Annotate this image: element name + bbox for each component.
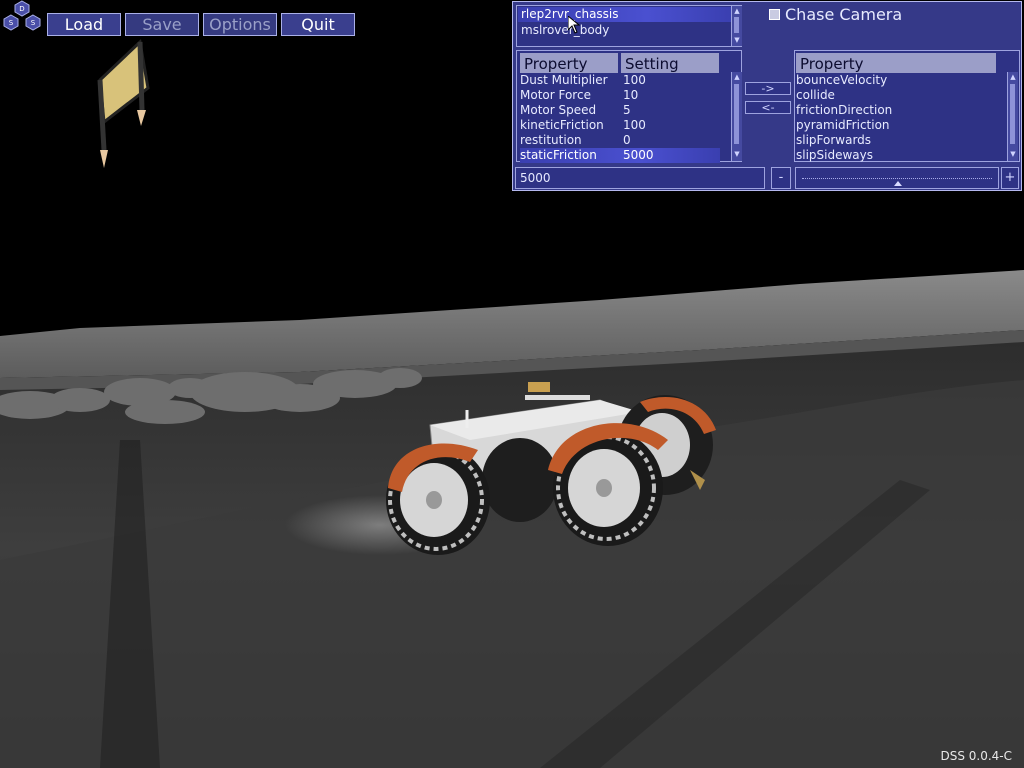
available-property-item[interactable]: pyramidFriction (796, 118, 996, 133)
setting-column-header[interactable]: Setting (621, 53, 719, 73)
logo-letter-s2: S (31, 19, 36, 27)
property-value: 100 (623, 73, 646, 87)
chase-camera-checkbox[interactable] (769, 9, 780, 20)
property-setting-list[interactable]: Property Setting Dust Multiplier 100 Moto… (516, 50, 742, 163)
decrement-button[interactable]: - (771, 167, 791, 189)
property-row[interactable]: kineticFriction 100 (520, 118, 720, 133)
object-list[interactable]: rlep2rvr_chassis mslrover_body (516, 5, 742, 47)
property-name: kineticFriction (520, 118, 604, 132)
property-row[interactable]: restitution 0 (520, 133, 720, 148)
available-property-item[interactable]: bounceVelocity (796, 73, 996, 88)
add-property-button[interactable]: -> (745, 82, 791, 95)
property-row[interactable]: Motor Speed 5 (520, 103, 720, 118)
property-value: 100 (623, 118, 646, 132)
available-property-item[interactable]: collide (796, 88, 996, 103)
mouse-pointer-icon (568, 16, 580, 34)
property-panel: rlep2rvr_chassis mslrover_body ▲ ▼ Chase… (512, 1, 1022, 191)
save-button[interactable]: Save (125, 13, 199, 36)
object-list-scrollbar[interactable]: ▲ ▼ (731, 6, 742, 46)
available-property-header[interactable]: Property (796, 53, 996, 73)
available-property-item[interactable]: frictionDirection (796, 103, 996, 118)
property-name: restitution (520, 133, 582, 147)
increment-button[interactable]: + (1001, 167, 1019, 189)
property-value: 5000 (623, 148, 654, 162)
property-name: Dust Multiplier (520, 73, 608, 87)
property-value: 10 (623, 88, 639, 102)
value-input[interactable]: 5000 (515, 167, 765, 189)
value-slider[interactable] (795, 167, 999, 189)
property-column-header[interactable]: Property (520, 53, 618, 73)
object-item-mslrover-body[interactable]: mslrover_body (518, 23, 733, 38)
property-row-selected[interactable]: staticFriction 5000 (520, 148, 720, 163)
quit-button[interactable]: Quit (281, 13, 355, 36)
object-item-rlep2rvr-chassis[interactable]: rlep2rvr_chassis (518, 7, 733, 22)
options-button[interactable]: Options (203, 13, 277, 36)
property-value: 5 (623, 103, 631, 117)
version-label: DSS 0.0.4-C (940, 749, 1012, 763)
load-button[interactable]: Load (47, 13, 121, 36)
property-name: Motor Speed (520, 103, 597, 117)
property-name: staticFriction (520, 148, 597, 162)
available-property-item[interactable]: slipSideways (796, 148, 996, 163)
logo-letter-s1: S (9, 19, 14, 27)
remove-property-button[interactable]: <- (745, 101, 791, 114)
chase-camera-label: Chase Camera (785, 5, 903, 24)
property-row[interactable]: Motor Force 10 (520, 88, 720, 103)
logo-letter-d: D (19, 5, 24, 13)
property-list-scrollbar[interactable]: ▲ ▼ (731, 72, 742, 161)
available-list-scrollbar[interactable]: ▲ ▼ (1007, 72, 1018, 161)
dss-hex-logo-icon: D S S (3, 0, 41, 31)
available-property-list[interactable]: Property bounceVelocity collide friction… (794, 50, 1020, 162)
slider-thumb[interactable] (894, 181, 902, 186)
slider-track-dots (802, 178, 992, 180)
property-row[interactable]: Dust Multiplier 100 (520, 73, 720, 88)
available-property-item[interactable]: slipForwards (796, 133, 996, 148)
property-name: Motor Force (520, 88, 591, 102)
property-value: 0 (623, 133, 631, 147)
